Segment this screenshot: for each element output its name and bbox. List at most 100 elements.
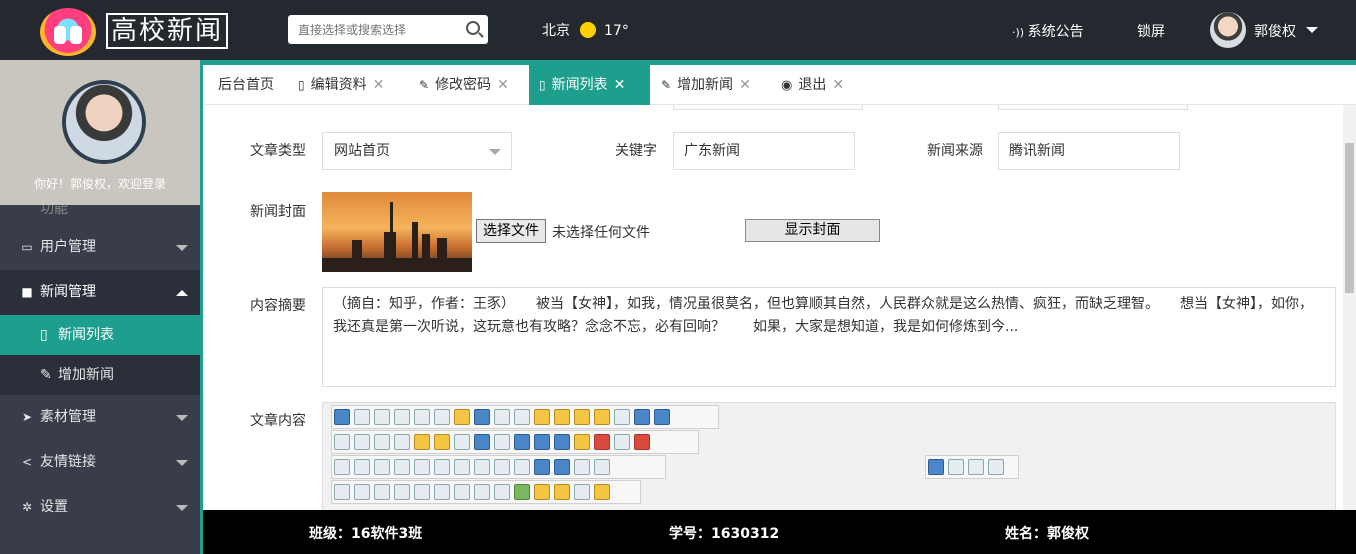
scrollbar-thumb[interactable] [1345,143,1354,293]
tab-logout[interactable]: ◉ 退出 ✕ [771,65,854,105]
new-page-icon[interactable] [354,409,370,425]
preview-icon[interactable] [394,409,410,425]
summary-textarea[interactable]: （摘自：知乎，作者：王豕） 被当【女神】，如我，情况虽很莫名，但也算顺其自然，人… [322,287,1336,387]
button-form-icon[interactable] [434,484,450,500]
textfield-icon[interactable] [374,484,390,500]
sidebar-item-materials[interactable]: ➤ 素材管理 [0,395,200,440]
rtl-icon[interactable] [988,459,1004,475]
notice-link[interactable]: ·)) 系统公告 [1012,21,1084,41]
pencil-form-icon[interactable] [534,484,550,500]
underline-icon[interactable] [554,484,570,500]
media-icon[interactable] [574,434,590,450]
time-icon[interactable] [374,434,390,450]
search-icon[interactable] [466,21,480,35]
close-icon[interactable]: ✕ [739,77,751,93]
image-icon[interactable] [514,434,530,450]
tab-edit-profile[interactable]: ▯ 编辑资料 ✕ [288,65,394,105]
sidebar-item-news[interactable]: ■ 新闻管理 [0,270,200,315]
merge-icon[interactable] [454,459,470,475]
paste-special-icon[interactable] [594,409,610,425]
youtube-icon[interactable] [634,434,650,450]
paste-icon[interactable] [534,409,550,425]
password-field-icon[interactable] [394,484,410,500]
ltr-icon[interactable] [968,459,984,475]
partial-input[interactable] [673,105,863,110]
blockquote-icon[interactable] [948,459,964,475]
clean-icon[interactable] [454,409,470,425]
sidebar-item-cut[interactable]: 功能 [0,205,200,225]
split-icon[interactable] [474,459,490,475]
tab-add-news[interactable]: ✎ 增加新闻 ✕ [651,65,761,105]
search-input[interactable] [288,15,453,44]
close-icon[interactable]: ✕ [832,77,844,93]
close-icon[interactable]: ✕ [614,77,626,93]
line-icon[interactable] [574,484,590,500]
print-icon[interactable] [374,409,390,425]
close-icon[interactable]: ✕ [373,77,385,93]
type-select[interactable]: 网站首页 [322,132,512,170]
templates-icon[interactable] [434,409,450,425]
special-char-icon[interactable] [394,434,410,450]
source-code-icon[interactable] [928,459,944,475]
table-grid-icon[interactable] [454,434,470,450]
save-icon[interactable] [334,409,350,425]
image-button-icon[interactable] [514,484,530,500]
textarea-form-icon[interactable] [454,484,470,500]
undo-icon[interactable] [634,409,650,425]
delete-table-icon[interactable] [554,459,570,475]
rich-text-editor[interactable] [322,402,1336,510]
sidebar-subitem-news-list[interactable]: ▯ 新闻列表 [0,315,200,355]
partial-input[interactable] [998,105,1188,110]
paste-word-icon[interactable] [574,409,590,425]
copy-icon[interactable] [514,409,530,425]
tab-news-list[interactable]: ▯ 新闻列表 ✕ [529,65,650,105]
keyword-input[interactable]: 广东新闻 [673,132,855,170]
insert-row-icon[interactable] [354,459,370,475]
hr-icon[interactable] [574,459,590,475]
sidebar-subitem-add-news[interactable]: ✎ 增加新闻 [0,355,200,395]
find-icon[interactable] [414,409,430,425]
flash-icon[interactable] [554,434,570,450]
select-form-icon[interactable] [594,484,610,500]
insert-col-icon[interactable] [394,459,410,475]
div-icon[interactable] [474,434,490,450]
sidebar-item-links[interactable]: < 友情链接 [0,440,200,485]
checkbox-form-icon[interactable] [354,484,370,500]
tab-home[interactable]: 后台首页 [203,65,289,105]
redo-icon[interactable] [654,409,670,425]
show-cover-button[interactable]: 显示封面 [745,219,880,242]
insert-row-after-icon[interactable] [374,459,390,475]
cell-props-icon[interactable] [494,459,510,475]
paste-text-icon[interactable] [554,409,570,425]
more-icon[interactable] [594,459,610,475]
choose-file-button[interactable]: 选择文件 [476,219,546,243]
code-icon[interactable] [494,434,510,450]
form-icon[interactable] [334,484,350,500]
user-avatar[interactable] [1210,12,1246,48]
content-scrollbar[interactable] [1343,105,1356,510]
lock-screen-button[interactable]: 锁屏 [1137,21,1165,41]
date-icon[interactable] [354,434,370,450]
insert-col-after-icon[interactable] [414,459,430,475]
sidebar-item-users[interactable]: ▭ 用户管理 [0,225,200,270]
close-icon[interactable]: ✕ [497,77,509,93]
sidebar-item-settings[interactable]: ✲ 设置 [0,485,200,530]
page-break-icon[interactable] [334,434,350,450]
pdf-icon[interactable] [594,434,610,450]
checkbox-icon[interactable] [494,484,510,500]
delete-icon[interactable] [614,409,630,425]
chevron-down-icon[interactable] [1306,27,1318,33]
delete-col-icon[interactable] [434,459,450,475]
tab-change-password[interactable]: ✎ 修改密码 ✕ [409,65,519,105]
highlight-icon[interactable] [434,434,450,450]
document-icon[interactable] [614,434,630,450]
cut-icon[interactable] [494,409,510,425]
spellcheck-icon[interactable] [474,409,490,425]
hidden-field-icon[interactable] [414,484,430,500]
table-props-icon[interactable] [534,459,550,475]
user-name[interactable]: 郭俊权 [1254,21,1296,41]
radio-form-icon[interactable] [474,484,490,500]
search-box[interactable] [288,15,488,44]
table-icon[interactable] [334,459,350,475]
source-input[interactable]: 腾讯新闻 [998,132,1180,170]
